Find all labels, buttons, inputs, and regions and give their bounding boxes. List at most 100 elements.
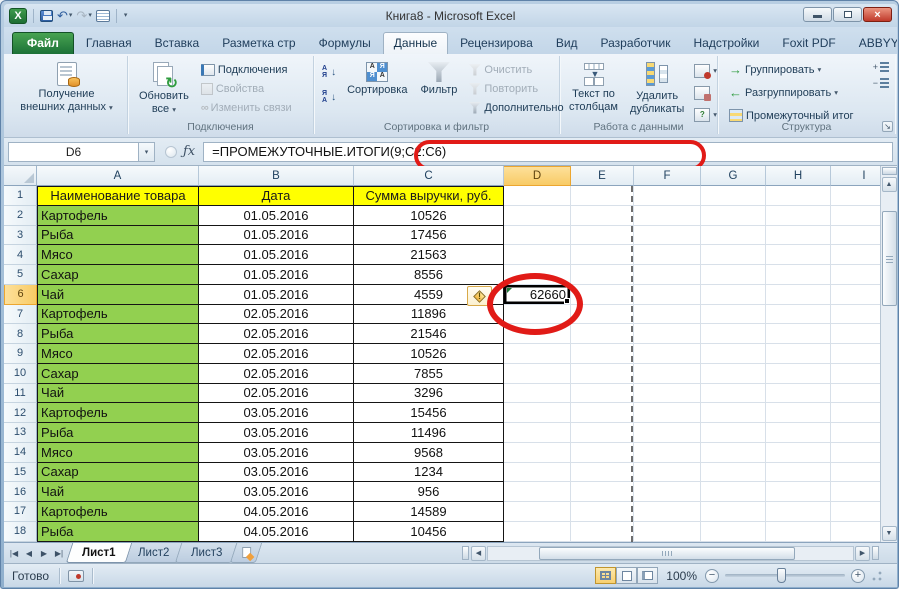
cell-F14[interactable] bbox=[634, 443, 701, 463]
cell-E16[interactable] bbox=[571, 482, 634, 502]
properties-button[interactable]: Свойства bbox=[198, 79, 295, 98]
restore-button[interactable] bbox=[833, 7, 862, 22]
excel-logo-icon[interactable]: X bbox=[9, 8, 27, 24]
sort-button[interactable]: АЯЯА Сортировка bbox=[342, 58, 412, 120]
outline-dialog-launcher[interactable]: ↘ bbox=[882, 121, 893, 132]
normal-view-button[interactable] bbox=[595, 567, 616, 584]
cell-C3[interactable]: 17456 bbox=[354, 226, 504, 246]
cell-D6[interactable]: 62660 bbox=[504, 285, 571, 305]
vertical-split-handle[interactable] bbox=[882, 167, 897, 175]
cell-F7[interactable] bbox=[634, 305, 701, 325]
cell-H3[interactable] bbox=[766, 226, 831, 246]
cell-F3[interactable] bbox=[634, 226, 701, 246]
cell-C2[interactable]: 10526 bbox=[354, 206, 504, 226]
cell-C5[interactable]: 8556 bbox=[354, 265, 504, 285]
cell-F1[interactable] bbox=[634, 186, 701, 206]
tab-Разметка стр[interactable]: Разметка стр bbox=[211, 32, 306, 54]
row-header-2[interactable]: 2 bbox=[4, 206, 37, 226]
consolidate-button[interactable] bbox=[691, 83, 720, 102]
cell-B15[interactable]: 03.05.2016 bbox=[199, 463, 354, 483]
cell-B7[interactable]: 02.05.2016 bbox=[199, 305, 354, 325]
last-sheet-button[interactable]: ▶| bbox=[52, 546, 66, 561]
name-box-dropdown[interactable]: ▾ bbox=[138, 142, 155, 162]
cell-C9[interactable]: 10526 bbox=[354, 344, 504, 364]
row-header-17[interactable]: 17 bbox=[4, 502, 37, 522]
cell-A7[interactable]: Картофель bbox=[37, 305, 199, 325]
data-validation-button[interactable]: ▾ bbox=[691, 61, 720, 80]
cell-F16[interactable] bbox=[634, 482, 701, 502]
cell-E4[interactable] bbox=[571, 245, 634, 265]
table-mode-button[interactable] bbox=[96, 10, 110, 22]
cell-G9[interactable] bbox=[701, 344, 766, 364]
cell-F15[interactable] bbox=[634, 463, 701, 483]
scroll-up-button[interactable]: ▲ bbox=[882, 177, 897, 192]
cell-A17[interactable]: Картофель bbox=[37, 502, 199, 522]
cell-D9[interactable] bbox=[504, 344, 571, 364]
cell-C11[interactable]: 3296 bbox=[354, 384, 504, 404]
cell-D14[interactable] bbox=[504, 443, 571, 463]
cell-F5[interactable] bbox=[634, 265, 701, 285]
scroll-down-button[interactable]: ▼ bbox=[882, 526, 897, 541]
cell-H10[interactable] bbox=[766, 364, 831, 384]
cell-B8[interactable]: 02.05.2016 bbox=[199, 324, 354, 344]
cell-F18[interactable] bbox=[634, 522, 701, 542]
cell-E17[interactable] bbox=[571, 502, 634, 522]
row-header-16[interactable]: 16 bbox=[4, 482, 37, 502]
save-button[interactable] bbox=[40, 10, 53, 22]
cell-D13[interactable] bbox=[504, 423, 571, 443]
cell-G13[interactable] bbox=[701, 423, 766, 443]
refresh-all-button[interactable]: ↻ Обновитьвсе ▾ bbox=[134, 58, 194, 120]
cell-F11[interactable] bbox=[634, 384, 701, 404]
zoom-out-button[interactable]: − bbox=[705, 569, 719, 583]
cell-C18[interactable]: 10456 bbox=[354, 522, 504, 542]
page-layout-view-button[interactable] bbox=[616, 567, 637, 584]
cell-E13[interactable] bbox=[571, 423, 634, 443]
cell-D2[interactable] bbox=[504, 206, 571, 226]
first-sheet-button[interactable]: |◀ bbox=[7, 546, 21, 561]
cell-H16[interactable] bbox=[766, 482, 831, 502]
cell-E11[interactable] bbox=[571, 384, 634, 404]
cell-G10[interactable] bbox=[701, 364, 766, 384]
cell-E8[interactable] bbox=[571, 324, 634, 344]
row-header-4[interactable]: 4 bbox=[4, 245, 37, 265]
cell-H14[interactable] bbox=[766, 443, 831, 463]
cell-A1[interactable]: Наименование товара bbox=[37, 186, 199, 206]
zoom-level[interactable]: 100% bbox=[666, 569, 697, 583]
tab-Формулы[interactable]: Формулы bbox=[308, 32, 382, 54]
cell-B4[interactable]: 01.05.2016 bbox=[199, 245, 354, 265]
cell-B13[interactable]: 03.05.2016 bbox=[199, 423, 354, 443]
cell-G18[interactable] bbox=[701, 522, 766, 542]
cell-E2[interactable] bbox=[571, 206, 634, 226]
row-header-11[interactable]: 11 bbox=[4, 384, 37, 404]
record-macro-button[interactable] bbox=[68, 570, 84, 582]
cell-E3[interactable] bbox=[571, 226, 634, 246]
scroll-right-button[interactable]: ▶ bbox=[855, 546, 870, 561]
cell-H6[interactable] bbox=[766, 285, 831, 305]
column-header-B[interactable]: B bbox=[199, 166, 354, 186]
page-break-view-button[interactable] bbox=[637, 567, 658, 584]
row-header-10[interactable]: 10 bbox=[4, 364, 37, 384]
row-header-12[interactable]: 12 bbox=[4, 403, 37, 423]
cell-E5[interactable] bbox=[571, 265, 634, 285]
remove-duplicates-button[interactable]: Удалитьдубликаты bbox=[625, 58, 689, 120]
sort-ascending-button[interactable]: АЯ↓ bbox=[319, 61, 339, 83]
cell-D18[interactable] bbox=[504, 522, 571, 542]
column-header-A[interactable]: A bbox=[37, 166, 199, 186]
horizontal-scroll-thumb[interactable] bbox=[539, 547, 795, 560]
row-header-14[interactable]: 14 bbox=[4, 443, 37, 463]
cell-B2[interactable]: 01.05.2016 bbox=[199, 206, 354, 226]
cell-G15[interactable] bbox=[701, 463, 766, 483]
cell-D5[interactable] bbox=[504, 265, 571, 285]
group-button[interactable]: →Группировать ▾ bbox=[726, 60, 857, 79]
cell-B14[interactable]: 03.05.2016 bbox=[199, 443, 354, 463]
cell-A16[interactable]: Чай bbox=[37, 482, 199, 502]
cell-A4[interactable]: Мясо bbox=[37, 245, 199, 265]
cell-B10[interactable]: 02.05.2016 bbox=[199, 364, 354, 384]
cell-H15[interactable] bbox=[766, 463, 831, 483]
get-external-data-button[interactable]: Получениевнешних данных ▾ bbox=[15, 58, 118, 130]
cell-H17[interactable] bbox=[766, 502, 831, 522]
cell-E12[interactable] bbox=[571, 403, 634, 423]
cell-E1[interactable] bbox=[571, 186, 634, 206]
cell-F17[interactable] bbox=[634, 502, 701, 522]
cell-D10[interactable] bbox=[504, 364, 571, 384]
